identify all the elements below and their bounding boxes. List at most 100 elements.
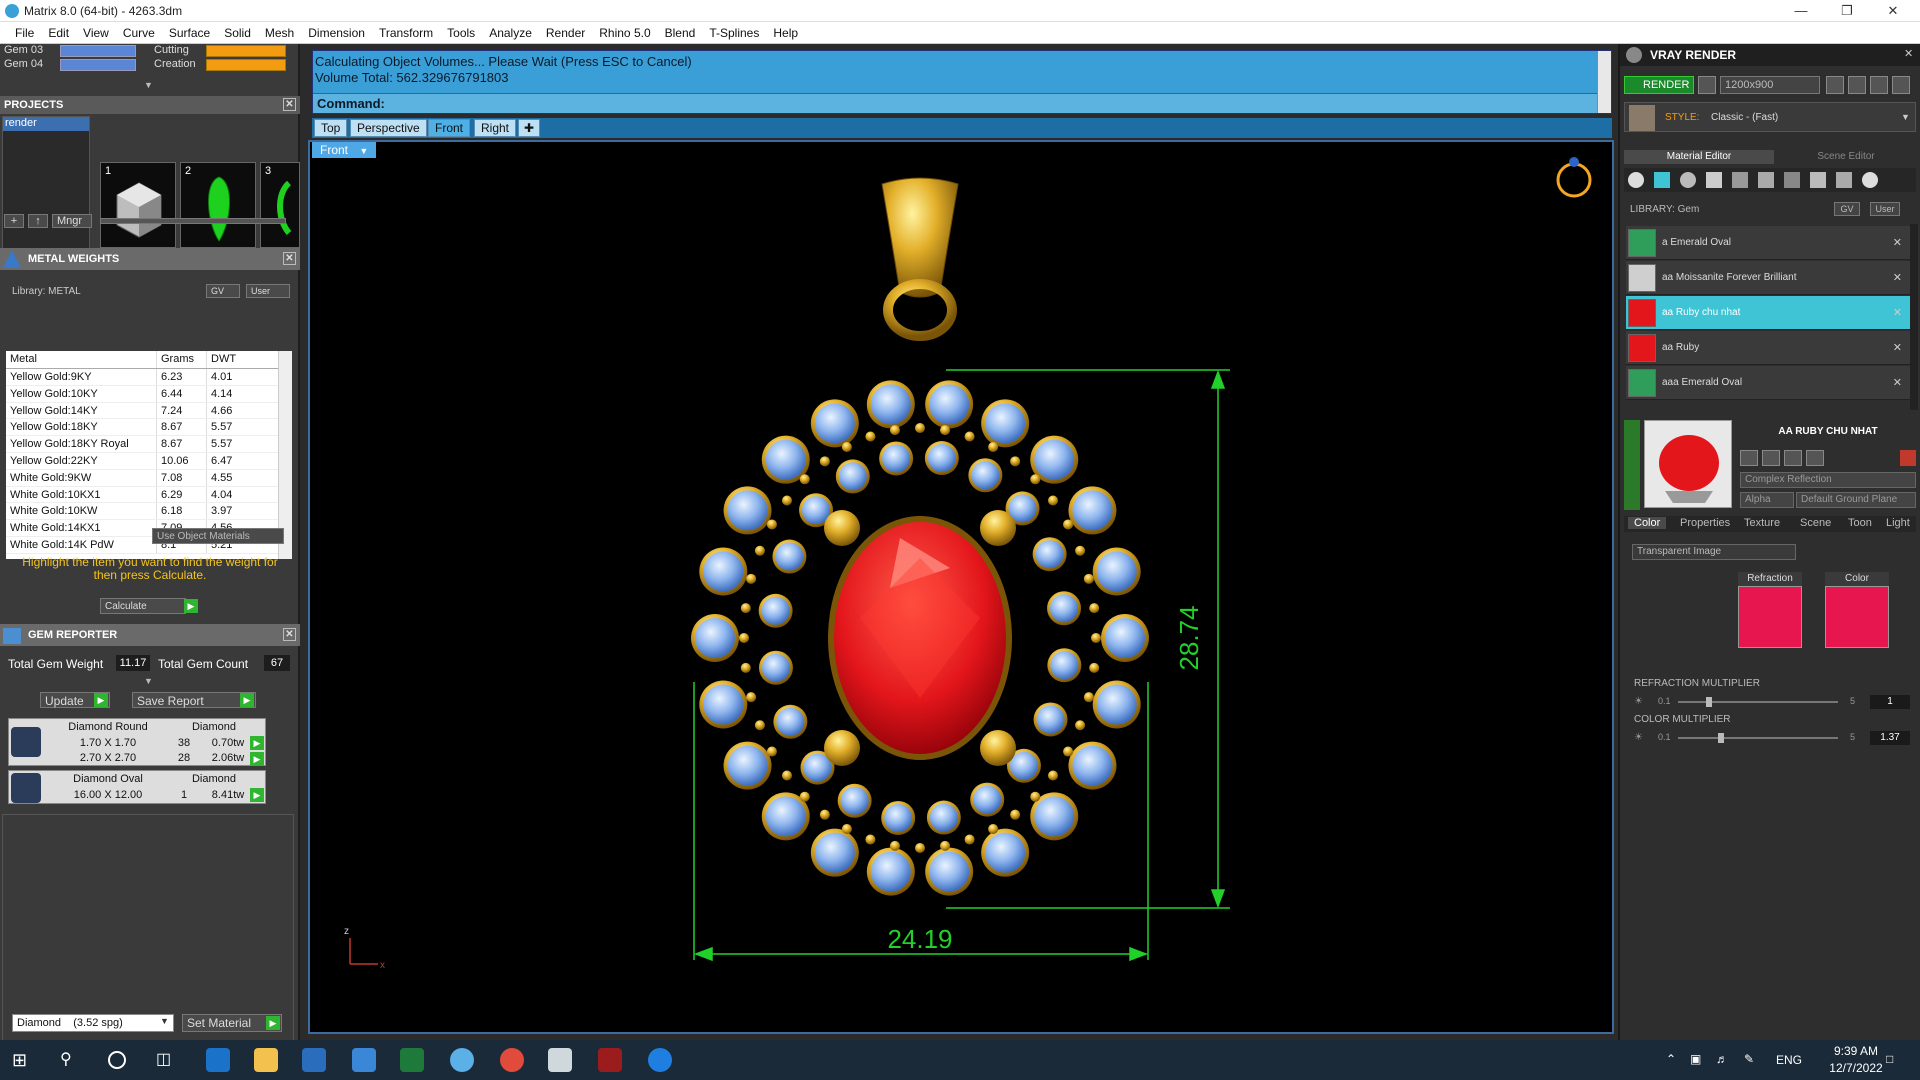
slider-track[interactable]: [1678, 701, 1838, 703]
layer-creation[interactable]: Creation: [154, 58, 196, 72]
clock-time[interactable]: 9:39 AM: [1826, 1044, 1886, 1058]
save-report-button[interactable]: Save Report: [132, 692, 256, 708]
menu-file[interactable]: File: [8, 26, 41, 40]
close-icon[interactable]: ✕: [283, 628, 296, 641]
tab-right[interactable]: Right: [474, 119, 517, 137]
save-report-go-icon[interactable]: ▶: [240, 693, 254, 707]
gv-toggle[interactable]: GV: [206, 284, 240, 298]
project-thumb-3[interactable]: 3: [260, 162, 300, 248]
gem-icon[interactable]: [1654, 172, 1670, 188]
material-item[interactable]: aaa Emerald Oval ✕: [1626, 366, 1916, 400]
delete-icon[interactable]: ✕: [1893, 271, 1902, 284]
menu-transform[interactable]: Transform: [372, 26, 440, 40]
chrome-icon[interactable]: [500, 1048, 524, 1072]
chevron-down-icon[interactable]: ▼: [359, 146, 368, 156]
metal-row[interactable]: White Gold:10KX1 6.29 4.04: [6, 486, 292, 504]
save-icon[interactable]: [1740, 450, 1758, 466]
menu-blend[interactable]: Blend: [658, 26, 703, 40]
menu-view[interactable]: View: [76, 26, 116, 40]
tab-top[interactable]: Top: [314, 119, 348, 137]
metal-row[interactable]: Yellow Gold:14KY 7.24 4.66: [6, 402, 292, 420]
color-multiplier-slider[interactable]: ☀ 0.1 5 1.37: [1634, 730, 1916, 746]
style-row[interactable]: STYLE: Classic - (Fast) ▼: [1624, 102, 1916, 132]
delete-icon[interactable]: ✕: [1893, 376, 1902, 389]
menu-surface[interactable]: Surface: [162, 26, 217, 40]
delete-icon[interactable]: ✕: [1893, 306, 1902, 319]
minimize-button[interactable]: —: [1778, 0, 1824, 22]
command-input-row[interactable]: Command:: [313, 93, 1599, 113]
rewind-icon[interactable]: [1826, 76, 1844, 94]
language-indicator[interactable]: ENG: [1776, 1053, 1802, 1067]
menu-help[interactable]: Help: [766, 26, 805, 40]
slider-knob[interactable]: [1717, 733, 1724, 743]
ground-plane-select[interactable]: Default Ground Plane: [1796, 492, 1916, 508]
hatch-icon[interactable]: [1732, 172, 1748, 188]
metal-row[interactable]: White Gold:9KW 7.08 4.55: [6, 469, 292, 487]
menu-curve[interactable]: Curve: [116, 26, 162, 40]
set-material-go-icon[interactable]: ▶: [266, 1016, 280, 1030]
refraction-swatch[interactable]: [1738, 586, 1802, 648]
metal-row[interactable]: White Gold:10KW 6.18 3.97: [6, 503, 292, 521]
zalo-icon[interactable]: [648, 1048, 672, 1072]
calculate-button[interactable]: Calculate: [100, 598, 186, 614]
collapse-icon[interactable]: ▼: [144, 80, 153, 90]
col-dwt[interactable]: DWT: [206, 351, 272, 368]
collapse-tab-icon[interactable]: [1624, 420, 1640, 510]
refraction-multiplier-slider[interactable]: ☀ 0.1 5 1: [1634, 694, 1916, 710]
menu-tsplines[interactable]: T-Splines: [702, 26, 766, 40]
close-icon[interactable]: ✕: [1904, 47, 1913, 60]
material-item[interactable]: a Emerald Oval ✕: [1626, 226, 1916, 260]
copy-icon[interactable]: [1762, 450, 1780, 466]
edge-icon[interactable]: [206, 1048, 230, 1072]
menu-analyze[interactable]: Analyze: [482, 26, 539, 40]
sphere-icon[interactable]: [1680, 172, 1696, 188]
settings-icon[interactable]: [1848, 76, 1866, 94]
tab-scene[interactable]: Scene: [1800, 517, 1831, 529]
layer-creation-swatch[interactable]: [206, 59, 286, 71]
file-explorer-icon[interactable]: [254, 1048, 278, 1072]
material-item[interactable]: aa Ruby ✕: [1626, 331, 1916, 365]
project-scrollbar[interactable]: [100, 218, 286, 224]
slider-track[interactable]: [1678, 737, 1838, 739]
material-item[interactable]: aa Moissanite Forever Brilliant ✕: [1626, 261, 1916, 295]
metal-row[interactable]: Yellow Gold:9KY 6.23 4.01: [6, 369, 292, 386]
col-metal[interactable]: Metal: [6, 351, 156, 368]
material-list-scrollbar[interactable]: [1910, 224, 1918, 410]
menu-dimension[interactable]: Dimension: [301, 26, 372, 40]
tab-color[interactable]: Color: [1628, 517, 1667, 529]
layer-cutting[interactable]: Cutting: [154, 44, 189, 58]
manager-button[interactable]: Mngr: [52, 214, 92, 228]
layer-cutting-swatch[interactable]: [206, 45, 286, 57]
add-project-button[interactable]: +: [4, 214, 24, 228]
col-grams[interactable]: Grams: [156, 351, 206, 368]
delete-icon[interactable]: ✕: [1893, 341, 1902, 354]
maximize-button[interactable]: ❐: [1824, 0, 1870, 22]
use-object-materials-button[interactable]: Use Object Materials: [152, 528, 284, 544]
tray-chevron-icon[interactable]: ⌃: [1666, 1052, 1676, 1066]
project-thumb-1[interactable]: 1: [100, 162, 176, 248]
refresh-icon[interactable]: [1900, 450, 1916, 466]
list-icon[interactable]: [1870, 76, 1888, 94]
tab-front[interactable]: Front: [428, 119, 471, 137]
menu-edit[interactable]: Edit: [41, 26, 76, 40]
color-value[interactable]: 1.37: [1870, 731, 1910, 745]
render-button[interactable]: RENDER: [1624, 76, 1694, 94]
task-view-icon[interactable]: ◫: [156, 1048, 180, 1072]
material-item[interactable]: aa Ruby chu nhat ✕: [1626, 296, 1916, 330]
menu-rhino[interactable]: Rhino 5.0: [592, 26, 657, 40]
alpha-toggle[interactable]: Alpha: [1740, 492, 1794, 508]
command-scrollbar[interactable]: [1597, 51, 1611, 113]
image-mode-select[interactable]: Transparent Image: [1632, 544, 1796, 560]
app-icon[interactable]: [450, 1048, 474, 1072]
tab-texture[interactable]: Texture: [1744, 517, 1780, 529]
matrix-icon[interactable]: [548, 1048, 572, 1072]
windows-start-icon[interactable]: ⊞: [12, 1048, 36, 1072]
square-icon[interactable]: [1706, 172, 1722, 188]
select-gem-row-icon[interactable]: ▶: [250, 736, 264, 750]
menu-render[interactable]: Render: [539, 26, 592, 40]
slider-knob[interactable]: [1706, 697, 1713, 707]
update-go-icon[interactable]: ▶: [94, 693, 108, 707]
leaf-icon[interactable]: [1810, 172, 1826, 188]
material-select[interactable]: Diamond (3.52 spg): [12, 1014, 174, 1032]
refraction-value[interactable]: 1: [1870, 695, 1910, 709]
